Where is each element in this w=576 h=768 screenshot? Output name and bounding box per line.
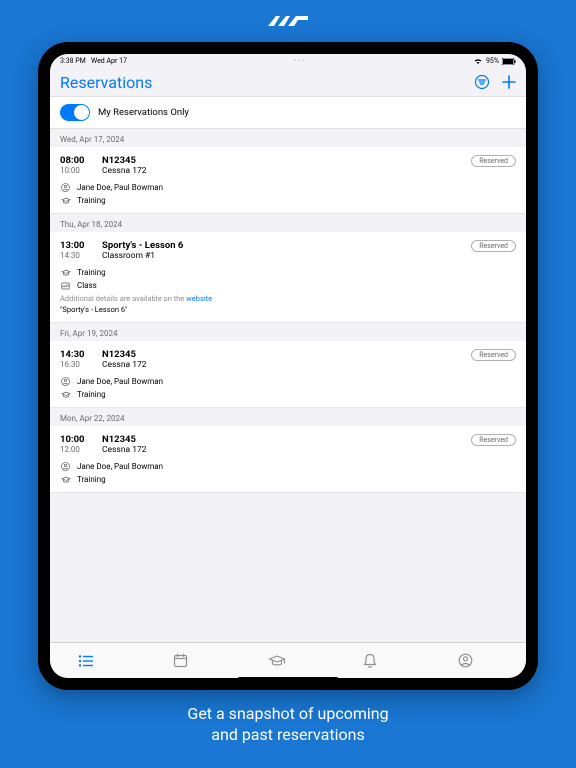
category: Training [77, 475, 106, 484]
marketing-caption: Get a snapshot of upcoming and past rese… [187, 704, 388, 746]
category: Training [77, 268, 106, 277]
category: Class [77, 281, 97, 290]
reservation-subtitle: Cessna 172 [102, 360, 516, 370]
participants: Jane Doe, Paul Bowman [77, 183, 163, 192]
graduation-icon [60, 269, 71, 277]
brand-logo [268, 0, 308, 42]
start-time: 14:30 [60, 349, 92, 360]
end-time: 14:30 [60, 251, 92, 260]
person-icon [60, 183, 71, 192]
reservation-item[interactable]: Reserved 13:00 14:30 Sporty's - Lesson 6… [50, 232, 526, 323]
start-time: 08:00 [60, 155, 92, 166]
home-indicator[interactable] [238, 677, 338, 678]
reservation-title: Sporty's - Lesson 6 [102, 240, 516, 251]
status-center-dots: ••• [293, 57, 306, 65]
reservation-title: N12345 [102, 349, 516, 360]
reservation-subtitle: Cessna 172 [102, 166, 516, 176]
category: Training [77, 196, 106, 205]
person-icon [60, 377, 71, 386]
reservation-subtitle: Cessna 172 [102, 445, 516, 455]
page-title: Reservations [60, 73, 152, 92]
date-header: Wed, Apr 17, 2024 [50, 129, 526, 147]
website-link[interactable]: website [186, 294, 212, 303]
nav-header: Reservations [50, 68, 526, 96]
status-time: 3:38 PM [60, 57, 86, 65]
tab-bar [50, 642, 526, 678]
reservations-list[interactable]: Wed, Apr 17, 2024 Reserved 08:00 10:00 N… [50, 129, 526, 642]
date-header: Fri, Apr 19, 2024 [50, 323, 526, 341]
filter-bar: My Reservations Only [50, 96, 526, 129]
status-bar: 3:38 PM Wed Apr 17 ••• 95% [50, 54, 526, 68]
end-time: 10:00 [60, 166, 92, 175]
status-badge: Reserved [471, 349, 516, 361]
start-time: 10:00 [60, 434, 92, 445]
start-time: 13:00 [60, 240, 92, 251]
participants: Jane Doe, Paul Bowman [77, 377, 163, 386]
reservation-title: N12345 [102, 434, 516, 445]
filter-label: My Reservations Only [98, 107, 189, 118]
graduation-icon [60, 391, 71, 399]
tab-list[interactable] [78, 654, 118, 668]
status-badge: Reserved [471, 155, 516, 167]
date-header: Thu, Apr 18, 2024 [50, 214, 526, 232]
my-reservations-toggle[interactable] [60, 104, 90, 121]
reservation-title: N12345 [102, 155, 516, 166]
image-icon [60, 282, 71, 290]
tablet-screen: 3:38 PM Wed Apr 17 ••• 95% Reservations [50, 54, 526, 678]
person-icon [60, 462, 71, 471]
reservation-item[interactable]: Reserved 14:30 16:30 N12345 Cessna 172 [50, 341, 526, 408]
tab-notifications[interactable] [363, 653, 403, 669]
filter-icon[interactable] [474, 74, 490, 90]
end-time: 12:00 [60, 445, 92, 454]
category: Training [77, 390, 106, 399]
end-time: 16:30 [60, 360, 92, 369]
note-quote: "Sporty's - Lesson 6" [60, 305, 516, 314]
graduation-icon [60, 197, 71, 205]
tab-training[interactable] [268, 654, 308, 668]
date-header: Mon, Apr 22, 2024 [50, 408, 526, 426]
additional-note: Additional details are available on the … [60, 294, 516, 303]
participants: Jane Doe, Paul Bowman [77, 462, 163, 471]
add-icon[interactable] [502, 75, 516, 89]
battery-percent: 95% [486, 57, 499, 65]
reservation-subtitle: Classroom #1 [102, 251, 516, 261]
battery-icon [502, 58, 516, 65]
status-badge: Reserved [471, 240, 516, 252]
graduation-icon [60, 476, 71, 484]
wifi-icon [473, 57, 483, 65]
reservation-item[interactable]: Reserved 08:00 10:00 N12345 Cessna 172 [50, 147, 526, 214]
status-date: Wed Apr 17 [91, 57, 127, 65]
tab-profile[interactable] [458, 653, 498, 668]
status-badge: Reserved [471, 434, 516, 446]
tab-calendar[interactable] [173, 653, 213, 668]
reservation-item[interactable]: Reserved 10:00 12:00 N12345 Cessna 172 [50, 426, 526, 493]
tablet-frame: 3:38 PM Wed Apr 17 ••• 95% Reservations [38, 42, 538, 690]
